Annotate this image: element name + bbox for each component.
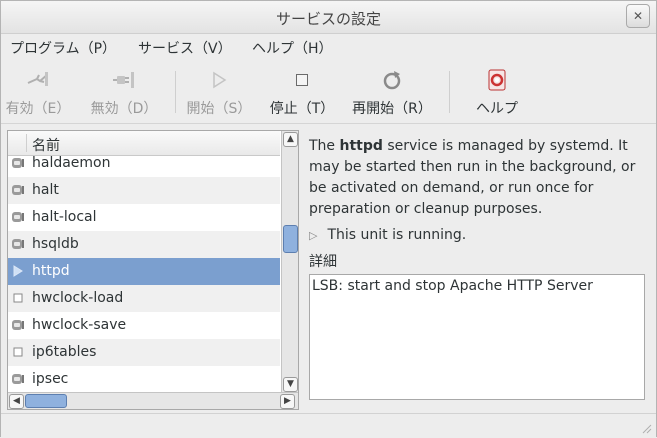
plug-icon (11, 183, 25, 197)
toolbar: 有効（E） 無効（D） 開始（S） 停止（T） 再開始（R） ヘルプ (1, 59, 656, 124)
scroll-down-arrow[interactable]: ▼ (283, 377, 298, 392)
play-icon (11, 264, 25, 278)
toolbar-separator (175, 71, 176, 113)
vertical-scrollbar[interactable]: ▲ ▼ (281, 131, 298, 393)
running-status[interactable]: ▷ This unit is running. (309, 227, 466, 243)
window-title: サービスの設定 (275, 10, 381, 28)
table-row[interactable]: ipsec (8, 366, 280, 393)
service-name-label: hwclock-load (32, 290, 124, 306)
service-name-label: hwclock-save (32, 317, 127, 333)
service-name-label: halt-local (32, 209, 97, 225)
menu-bar: プログラム（P） サービス（V） ヘルプ（H） (1, 34, 656, 58)
expander-triangle-icon: ▷ (309, 229, 318, 242)
services-window: サービスの設定 ✕ プログラム（P） サービス（V） ヘルプ（H） 有効（E） … (0, 0, 657, 437)
help-label: ヘルプ (476, 101, 518, 117)
start-label: 開始（S） (186, 101, 252, 117)
service-name-label: ip6tables (32, 344, 97, 360)
table-row[interactable]: hwclock-save (8, 312, 280, 339)
service-name-label: halt (32, 182, 59, 198)
table-row[interactable]: halt (8, 177, 280, 204)
start-button[interactable]: 開始（S） (184, 67, 254, 118)
table-row[interactable]: ip6tables (8, 339, 280, 366)
service-name-label: httpd (32, 263, 70, 279)
plug-icon (11, 372, 25, 386)
plug-icon (11, 156, 25, 170)
stop-button[interactable]: 停止（T） (269, 67, 335, 118)
stopped-icon (11, 291, 25, 305)
scroll-left-arrow[interactable]: ◀ (9, 394, 24, 409)
plug-disconnect-icon (89, 67, 159, 93)
running-status-text: This unit is running. (327, 227, 467, 243)
service-name-label: ipsec (32, 371, 69, 387)
help-button[interactable]: ヘルプ (469, 67, 525, 118)
stop-label: 停止（T） (269, 101, 335, 117)
menu-service[interactable]: サービス（V） (138, 38, 232, 58)
play-icon (184, 67, 254, 93)
plug-icon (11, 237, 25, 251)
restart-button[interactable]: 再開始（R） (351, 67, 433, 118)
table-row[interactable]: httpd (8, 258, 280, 285)
status-bar (1, 413, 656, 437)
disable-label: 無効（D） (90, 101, 158, 117)
hscroll-thumb[interactable] (25, 394, 67, 408)
help-icon (469, 67, 525, 93)
plug-connect-icon (5, 67, 71, 93)
scroll-up-arrow[interactable]: ▲ (283, 132, 298, 147)
plug-icon (11, 318, 25, 332)
stop-icon (269, 67, 335, 93)
resize-grip-icon[interactable] (640, 422, 652, 434)
stopped-icon (11, 345, 25, 359)
restart-icon (351, 67, 433, 93)
enable-button[interactable]: 有効（E） (5, 67, 71, 118)
details-textview[interactable]: LSB: start and stop Apache HTTP Server (309, 274, 645, 400)
service-name-label: hsqldb (32, 236, 79, 252)
toolbar-separator (449, 71, 450, 113)
scroll-thumb[interactable] (283, 225, 298, 253)
scroll-right-arrow[interactable]: ▶ (280, 394, 295, 409)
close-button[interactable]: ✕ (626, 4, 650, 28)
service-name-label: haldaemon (32, 155, 111, 171)
horizontal-scrollbar[interactable]: ◀ ▶ (8, 392, 298, 409)
service-description: The httpd service is managed by systemd.… (309, 136, 645, 220)
service-name: httpd (339, 138, 383, 154)
service-rows: haldaemon halt halt-local hsqldb httpd hwcloc… (8, 150, 280, 393)
menu-program[interactable]: プログラム（P） (10, 38, 116, 58)
table-row[interactable]: hwclock-load (8, 285, 280, 312)
table-row[interactable]: hsqldb (8, 231, 280, 258)
table-row[interactable]: haldaemon (8, 150, 280, 177)
details-text: LSB: start and stop Apache HTTP Server (312, 278, 593, 294)
enable-label: 有効（E） (5, 101, 71, 117)
details-label: 詳細 (309, 254, 337, 270)
disable-button[interactable]: 無効（D） (89, 67, 159, 118)
description-prefix: The (309, 138, 340, 154)
menu-help[interactable]: ヘルプ（H） (252, 38, 333, 58)
service-list[interactable]: 名前 haldaemon halt halt-local hsqldb httpd hwc… (7, 130, 299, 410)
title-bar[interactable]: サービスの設定 ✕ (1, 1, 656, 34)
plug-icon (11, 210, 25, 224)
close-icon: ✕ (632, 9, 644, 23)
restart-label: 再開始（R） (352, 101, 432, 117)
table-row[interactable]: halt-local (8, 204, 280, 231)
